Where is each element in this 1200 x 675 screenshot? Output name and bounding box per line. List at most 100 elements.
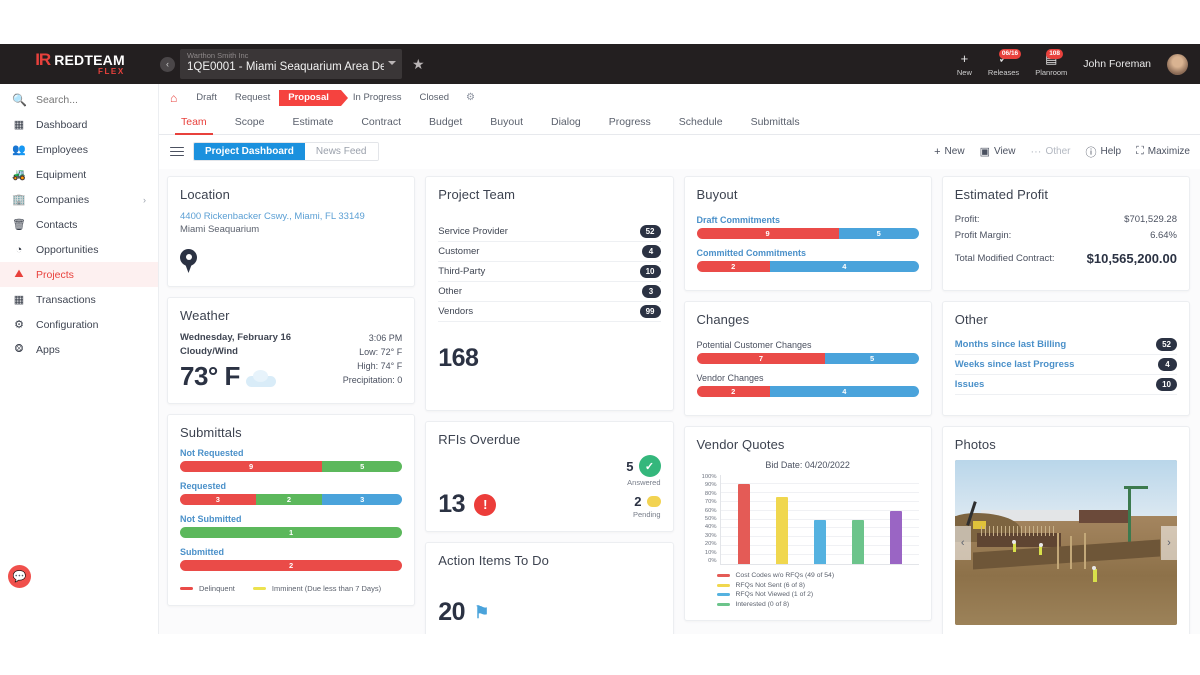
- bar-segment[interactable]: 2: [696, 261, 770, 272]
- bar-segment[interactable]: 4: [769, 386, 919, 397]
- sidebar-item-projects[interactable]: ⛰ Projects: [0, 262, 158, 287]
- table-row[interactable]: Vendors 99: [438, 302, 661, 322]
- tab-buyout[interactable]: Buyout: [476, 116, 537, 134]
- bar-segment[interactable]: 3: [322, 494, 403, 505]
- tab-dialog[interactable]: Dialog: [537, 116, 595, 134]
- bar-segment[interactable]: 5: [838, 228, 919, 239]
- chart-bar[interactable]: [737, 483, 750, 564]
- chat-support-icon[interactable]: 💬: [8, 565, 31, 588]
- buyout-group-label[interactable]: Committed Commitments: [697, 248, 919, 258]
- sidebar-search[interactable]: 🔍: [0, 88, 158, 112]
- chart-plot-area: [719, 475, 919, 565]
- user-name-label[interactable]: John Foreman: [1083, 58, 1151, 70]
- submittal-group-label[interactable]: Not Requested: [180, 448, 402, 458]
- sidebar-item-dashboard[interactable]: ▦ Dashboard: [0, 112, 158, 137]
- home-icon[interactable]: ⌂: [167, 91, 187, 105]
- bar-segment[interactable]: 7: [696, 353, 826, 364]
- sidebar-item-apps[interactable]: ⨷ Apps: [0, 337, 158, 362]
- sidebar-item-transactions[interactable]: ▦ Transactions: [0, 287, 158, 312]
- toolbar-view-button[interactable]: ▣ View: [980, 145, 1016, 158]
- releases-action[interactable]: ✓ 06/16 Releases: [988, 48, 1022, 77]
- table-row[interactable]: Other 3: [438, 282, 661, 302]
- card-action-items: Action Items To Do 20 ⚑: [425, 542, 674, 640]
- row-label: Months since last Billing: [954, 339, 1067, 350]
- table-row[interactable]: Issues 10: [954, 375, 1177, 395]
- photo-carousel[interactable]: ‹ ›: [954, 460, 1177, 625]
- table-row[interactable]: Weeks since last Progress 4: [954, 355, 1177, 375]
- bar-segment[interactable]: 3: [180, 494, 256, 505]
- segment-news-feed[interactable]: News Feed: [304, 143, 378, 160]
- bar-segment[interactable]: 9: [696, 228, 839, 239]
- tab-scope[interactable]: Scope: [221, 116, 279, 134]
- submittal-group-label[interactable]: Requested: [180, 481, 402, 491]
- chart-bar[interactable]: [889, 510, 902, 564]
- y-tick: 50%: [704, 516, 717, 523]
- avatar[interactable]: [1167, 53, 1188, 75]
- card-title: Vendor Quotes: [696, 437, 785, 452]
- submittal-group-label[interactable]: Not Submitted: [180, 514, 402, 524]
- stage-draft[interactable]: Draft: [187, 90, 226, 106]
- bar-segment[interactable]: 2: [696, 386, 770, 397]
- carousel-prev-button[interactable]: ‹: [954, 525, 971, 560]
- sidebar-item-label: Projects: [36, 268, 74, 281]
- stage-settings-gear-icon[interactable]: ⚙: [466, 92, 475, 103]
- table-row[interactable]: Customer 4: [438, 242, 661, 262]
- table-row[interactable]: Third-Party 10: [438, 262, 661, 282]
- tab-contract[interactable]: Contract: [347, 116, 415, 134]
- bar-segment[interactable]: 5: [825, 353, 919, 364]
- location-address-link[interactable]: 4400 Rickenbacker Cswy., Miami, FL 33149: [180, 210, 402, 223]
- chart-bar[interactable]: [813, 519, 826, 564]
- sidebar-item-equipment[interactable]: 🚜 Equipment: [0, 162, 158, 187]
- new-action[interactable]: + New: [957, 51, 972, 77]
- tab-estimate[interactable]: Estimate: [278, 116, 347, 134]
- sidebar-item-employees[interactable]: 👥 Employees: [0, 137, 158, 162]
- toolbar-help-button[interactable]: ⓘ Help: [1085, 144, 1121, 160]
- sidebar-item-companies[interactable]: 🏢 Companies ›: [0, 187, 158, 212]
- map-pin-icon[interactable]: [180, 249, 197, 274]
- back-button[interactable]: ‹: [160, 56, 175, 72]
- search-input[interactable]: [35, 94, 136, 106]
- total-contract-key: Total Modified Contract:: [954, 253, 1055, 264]
- brand-logo[interactable]: IR REDTEAM FLEX: [0, 51, 160, 76]
- toolbar-other-label: Other: [1045, 146, 1071, 157]
- tab-budget[interactable]: Budget: [415, 116, 476, 134]
- sidebar-item-configuration[interactable]: ⚙ Configuration: [0, 312, 158, 337]
- card-buyout: Buyout Draft Commitments 9 5 Committed C…: [683, 176, 932, 291]
- stage-proposal[interactable]: Proposal: [279, 89, 348, 106]
- planroom-action[interactable]: ▤ 108 Planroom: [1035, 48, 1067, 77]
- segment-project-dashboard[interactable]: Project Dashboard: [194, 143, 305, 160]
- menu-icon[interactable]: [170, 146, 184, 157]
- table-row[interactable]: Months since last Billing 52: [954, 335, 1177, 355]
- tab-schedule[interactable]: Schedule: [665, 116, 737, 134]
- buyout-group-label[interactable]: Draft Commitments: [697, 215, 919, 225]
- submittal-group-label[interactable]: Submitted: [180, 547, 402, 557]
- tab-submittals[interactable]: Submittals: [737, 116, 814, 134]
- bar-segment[interactable]: 5: [322, 461, 403, 472]
- sidebar-item-opportunities[interactable]: ◔ Opportunities: [0, 237, 158, 262]
- bar-segment[interactable]: 2: [180, 560, 403, 571]
- toolbar-other-button[interactable]: ··· Other: [1030, 146, 1070, 158]
- stage-closed[interactable]: Closed: [410, 90, 458, 106]
- toolbar-new-button[interactable]: + New: [934, 146, 964, 158]
- bar-segment[interactable]: 1: [180, 527, 403, 538]
- comment-bubble-icon: [646, 496, 661, 507]
- bar-segment[interactable]: 4: [769, 261, 919, 272]
- project-selector[interactable]: Warthon Smith Inc 1QE0001 - Miami Seaqua…: [180, 49, 402, 79]
- sidebar-item-contacts[interactable]: 🗑 Contacts: [0, 212, 158, 237]
- toolbar-maximize-label: Maximize: [1147, 146, 1190, 157]
- bar-segment[interactable]: 9: [180, 461, 323, 472]
- flag-icon: ⚑: [474, 602, 489, 622]
- favorite-star-icon[interactable]: ★: [412, 56, 425, 73]
- stage-request[interactable]: Request: [226, 90, 279, 106]
- carousel-next-button[interactable]: ›: [1161, 525, 1177, 560]
- cloud-icon: [245, 370, 276, 387]
- toolbar-maximize-button[interactable]: ⛶ Maximize: [1136, 145, 1190, 158]
- table-row[interactable]: Service Provider 52: [438, 222, 661, 242]
- chart-bar[interactable]: [775, 497, 788, 564]
- chart-bar[interactable]: [851, 519, 864, 564]
- tab-progress[interactable]: Progress: [595, 116, 665, 134]
- tab-team[interactable]: Team: [167, 116, 221, 135]
- bar-segment[interactable]: 2: [255, 494, 323, 505]
- location-place-label: Miami Seaquarium: [180, 224, 260, 235]
- stage-in-progress[interactable]: In Progress: [344, 90, 411, 106]
